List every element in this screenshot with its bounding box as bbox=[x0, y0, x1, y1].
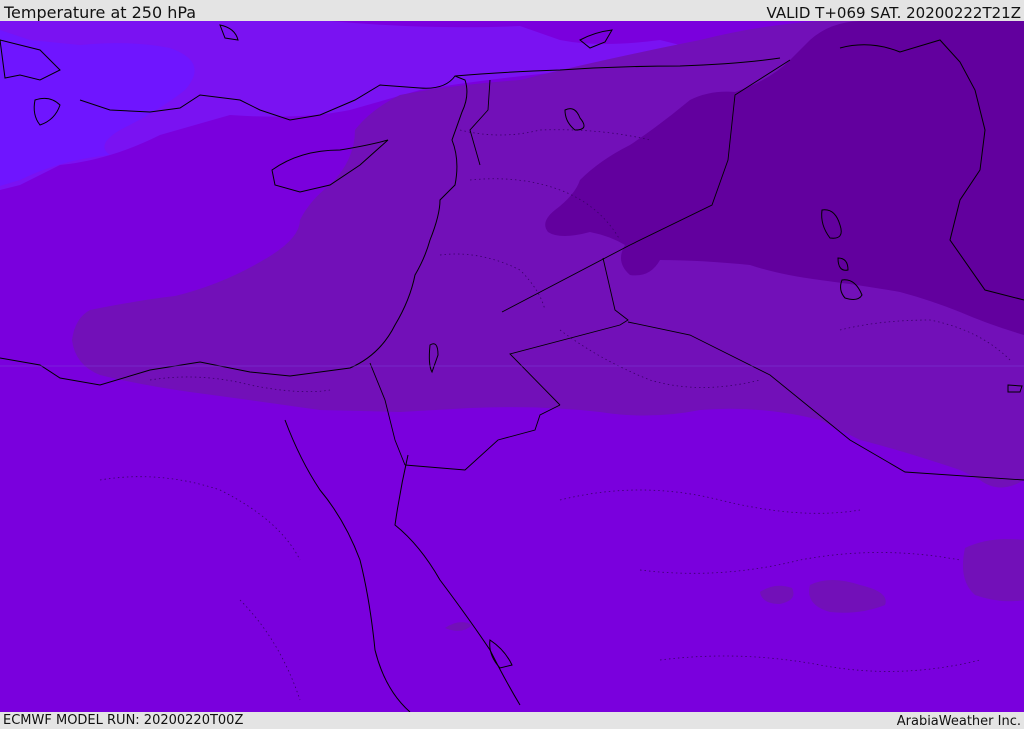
model-run: ECMWF MODEL RUN: 20200220T00Z bbox=[3, 713, 244, 728]
temperature-map bbox=[0, 21, 1024, 712]
valid-time: VALID T+069 SAT. 20200222T21Z bbox=[766, 4, 1021, 22]
brand-credit: ArabiaWeather Inc. bbox=[896, 714, 1021, 729]
map-title: Temperature at 250 hPa bbox=[4, 3, 197, 22]
map-panel[interactable] bbox=[0, 21, 1024, 712]
temperature-band-cold-blob bbox=[962, 539, 1024, 602]
